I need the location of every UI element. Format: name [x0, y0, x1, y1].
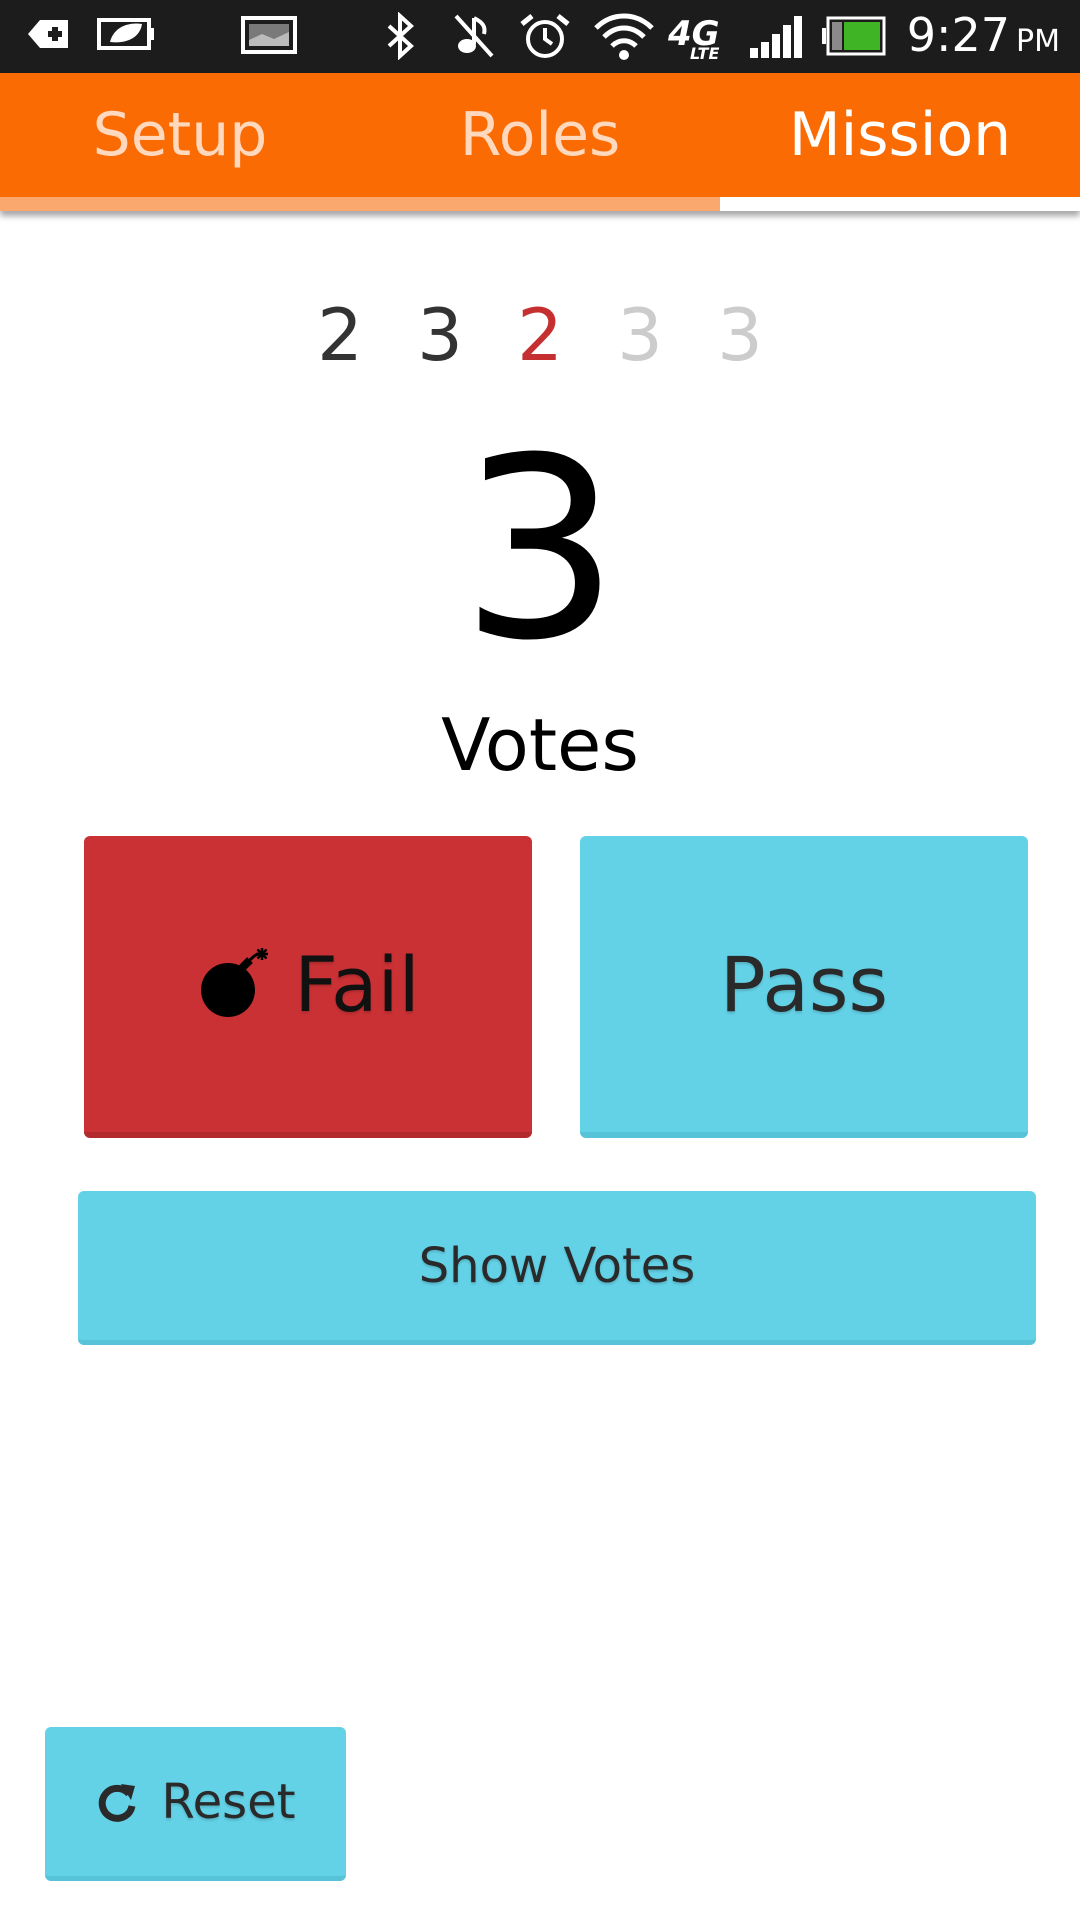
status-bar: 4G LTE 9:27 PM: [0, 0, 1080, 73]
signal-icon: [748, 12, 804, 60]
round-2-count: 3: [417, 293, 463, 377]
reset-label: Reset: [161, 1773, 296, 1830]
bomb-icon: [196, 946, 272, 1022]
muted-icon: [452, 12, 496, 60]
pass-label: Pass: [719, 939, 889, 1029]
bluetooth-icon: [383, 12, 419, 60]
tab-track: [0, 197, 720, 211]
round-4-count: 3: [617, 293, 663, 377]
pass-button[interactable]: Pass: [580, 836, 1028, 1138]
usb-debug-icon: [26, 12, 70, 60]
battery-icon: [820, 12, 888, 60]
fail-label: Fail: [294, 939, 420, 1029]
image-notification-icon: [240, 12, 298, 60]
clock: 9:27 PM: [906, 8, 1060, 62]
show-votes-button[interactable]: Show Votes: [78, 1191, 1036, 1345]
tab-setup[interactable]: Setup: [0, 73, 360, 197]
4g-lte-icon: 4G LTE: [668, 14, 720, 63]
round-3-count: 2: [517, 293, 563, 377]
power-saver-icon: [96, 12, 156, 60]
votes-label: Votes: [441, 703, 639, 787]
fail-button[interactable]: Fail: [84, 836, 532, 1138]
mission-rounds: 2 3 2 3 3: [0, 290, 1080, 380]
show-votes-label: Show Votes: [418, 1237, 696, 1294]
reset-button[interactable]: Reset: [45, 1727, 346, 1881]
refresh-icon: [95, 1780, 139, 1824]
vote-count: 3: [460, 404, 620, 695]
wifi-icon: [592, 12, 656, 60]
alarm-icon: [518, 12, 572, 60]
round-5-count: 3: [717, 293, 763, 377]
tab-roles[interactable]: Roles: [360, 73, 720, 197]
round-1-count: 2: [317, 293, 363, 377]
tab-bar: Setup Roles Mission: [0, 73, 1080, 211]
tab-mission[interactable]: Mission: [720, 73, 1080, 197]
tab-indicator: [720, 197, 1080, 211]
